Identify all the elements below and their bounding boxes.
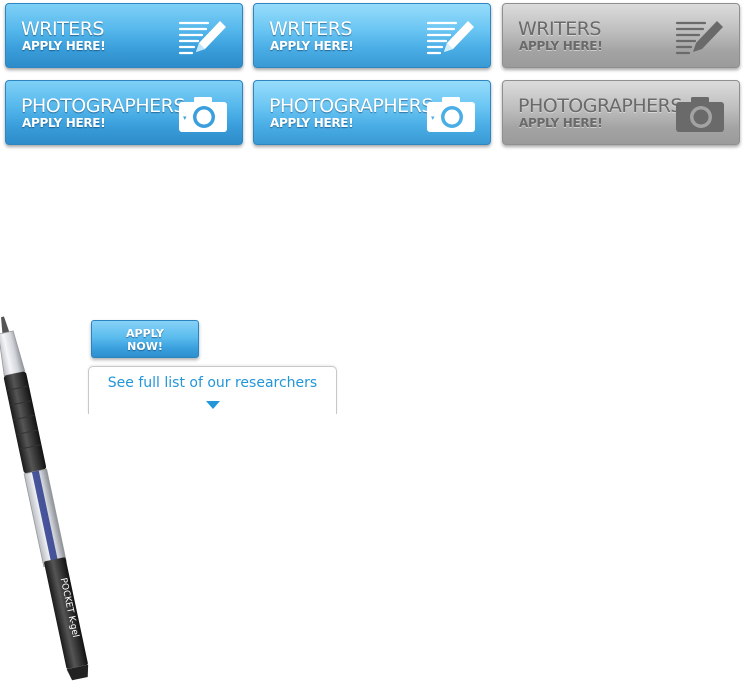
svg-text:▾: ▾ [431, 114, 435, 122]
writers-apply-button[interactable]: WRITERS APPLY HERE! [5, 3, 243, 68]
svg-text:▾: ▾ [183, 114, 187, 122]
card-title: WRITERS [21, 18, 104, 40]
researchers-list-toggle[interactable]: See full list of our researchers [88, 366, 337, 414]
card-title: PHOTOGRAPHERS [518, 95, 682, 117]
pencil-list-icon [426, 21, 474, 55]
camera-icon [676, 97, 724, 132]
pen-illustration: POCKET K-gel [0, 316, 89, 681]
writers-apply-button-hover[interactable]: WRITERS APPLY HERE! [253, 3, 491, 68]
camera-icon: ▾ [179, 97, 227, 132]
photographers-apply-button[interactable]: PHOTOGRAPHERS APPLY HERE! ▾ [5, 80, 243, 145]
card-subtitle: APPLY HERE! [519, 39, 603, 53]
card-subtitle: APPLY HERE! [22, 116, 106, 130]
card-title: WRITERS [269, 18, 352, 40]
researchers-list-label: See full list of our researchers [107, 375, 318, 391]
photographers-apply-button-disabled: PHOTOGRAPHERS APPLY HERE! [502, 80, 740, 145]
photographers-apply-button-hover[interactable]: PHOTOGRAPHERS APPLY HERE! ▾ [253, 80, 491, 145]
card-subtitle: APPLY HERE! [519, 116, 603, 130]
pencil-list-icon [675, 21, 723, 55]
writers-apply-button-disabled: WRITERS APPLY HERE! [502, 3, 740, 68]
card-subtitle: APPLY HERE! [270, 39, 354, 53]
card-subtitle: APPLY HERE! [270, 116, 354, 130]
card-title: PHOTOGRAPHERS [21, 95, 185, 117]
camera-icon: ▾ [427, 97, 475, 132]
card-title: PHOTOGRAPHERS [269, 95, 433, 117]
apply-now-button[interactable]: APPLY NOW! [91, 320, 199, 358]
card-title: WRITERS [518, 18, 601, 40]
card-subtitle: APPLY HERE! [22, 39, 106, 53]
pencil-list-icon [178, 21, 226, 55]
caret-down-icon [206, 401, 220, 409]
